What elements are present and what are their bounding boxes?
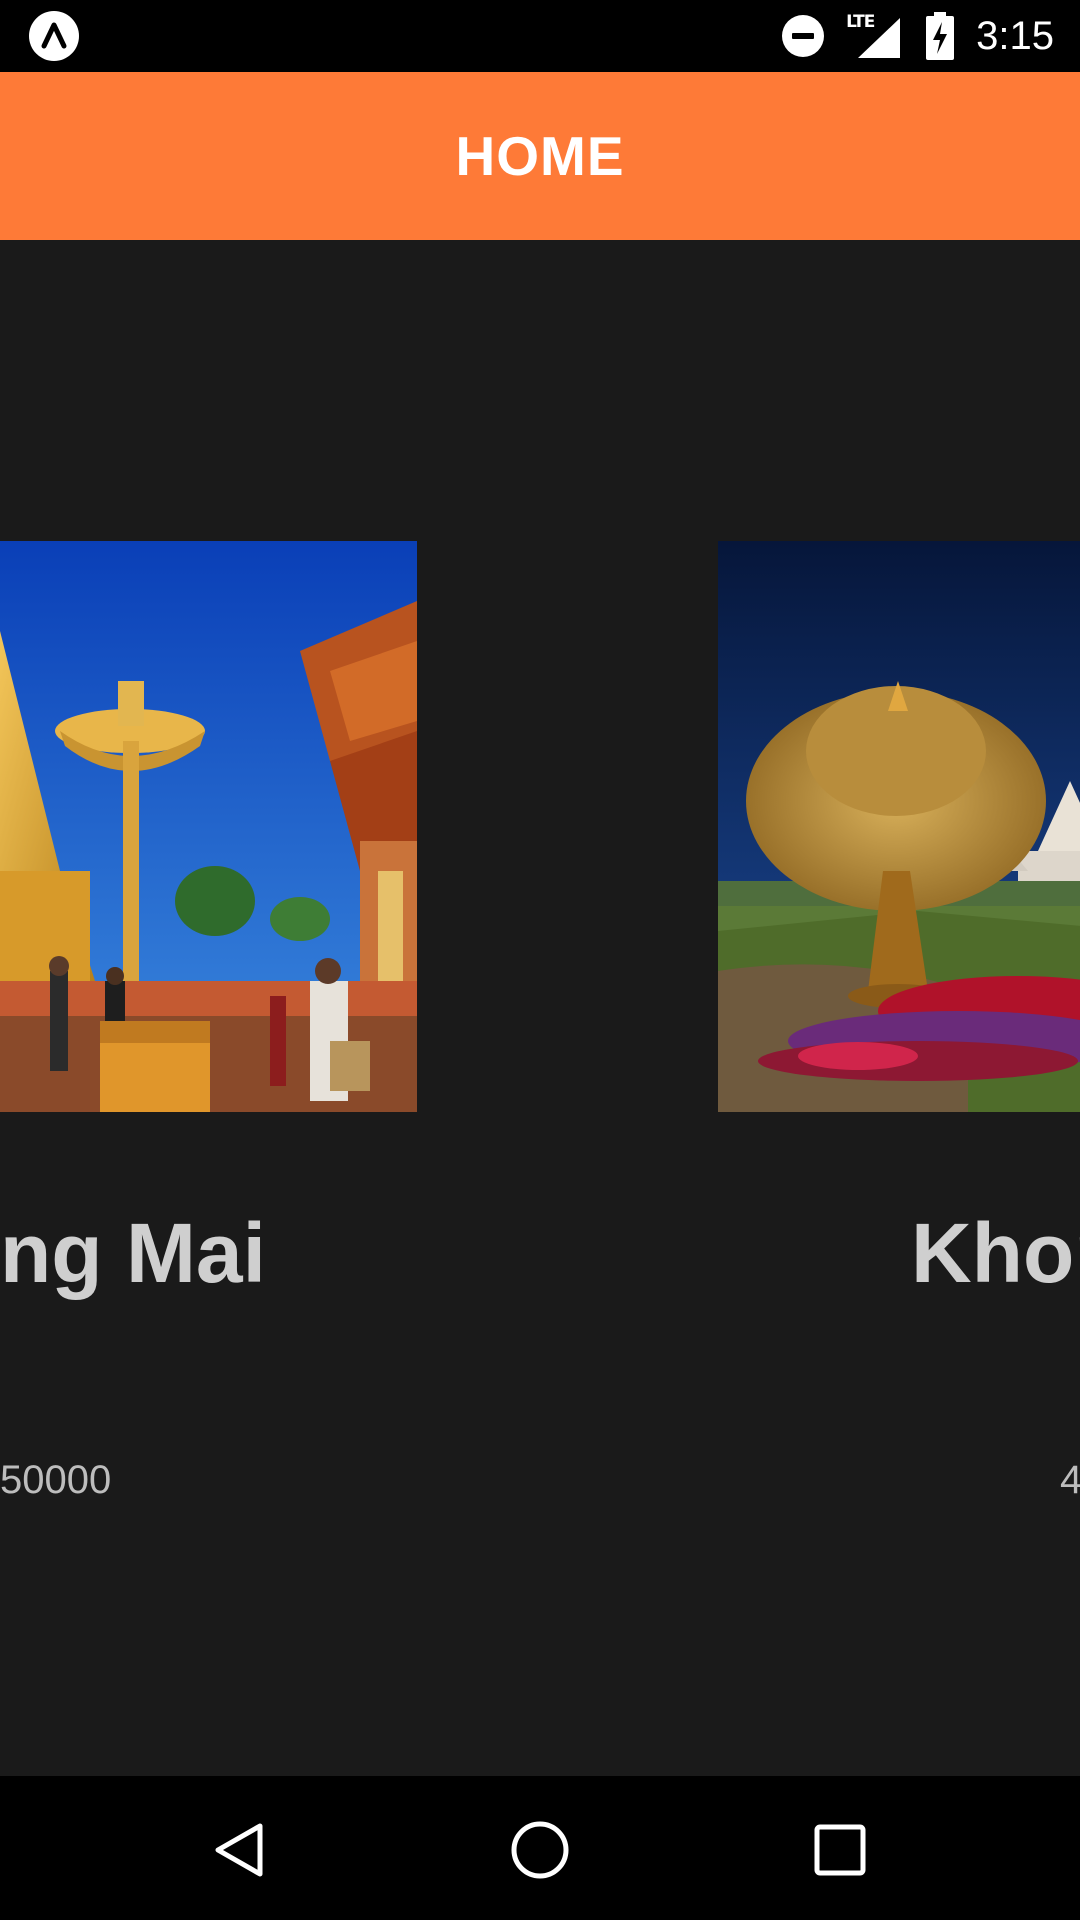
destination-carousel[interactable]: ng Mai 50000 Kho 4 (0, 240, 1080, 1776)
app-badge-icon (29, 11, 79, 61)
battery-charging-icon (926, 12, 955, 60)
destination-value: 50000 (0, 1458, 112, 1502)
destination-card[interactable]: ng Mai 50000 (0, 240, 560, 1776)
status-bar: LTE 3:15 (0, 0, 1080, 72)
golden-tree-flowers-photo[interactable] (718, 541, 1080, 1112)
destination-card[interactable]: Khor 4 (718, 240, 1080, 1776)
back-icon[interactable] (208, 1818, 272, 1882)
system-nav-bar (0, 1776, 1080, 1920)
signal-icon (858, 18, 901, 58)
temple-golden-umbrella-photo[interactable] (0, 541, 417, 1112)
app-bar: HOME (0, 72, 1080, 240)
recents-icon[interactable] (808, 1818, 872, 1882)
destination-name: ng Mai (0, 1206, 266, 1300)
home-icon[interactable] (508, 1818, 572, 1882)
page-title: HOME (455, 125, 625, 187)
status-clock: 3:15 (976, 13, 1054, 58)
signal-indicator: LTE (846, 12, 904, 60)
destination-name: Khor (911, 1206, 1080, 1300)
destination-value: 4 (1060, 1458, 1080, 1502)
do-not-disturb-icon (782, 15, 825, 57)
